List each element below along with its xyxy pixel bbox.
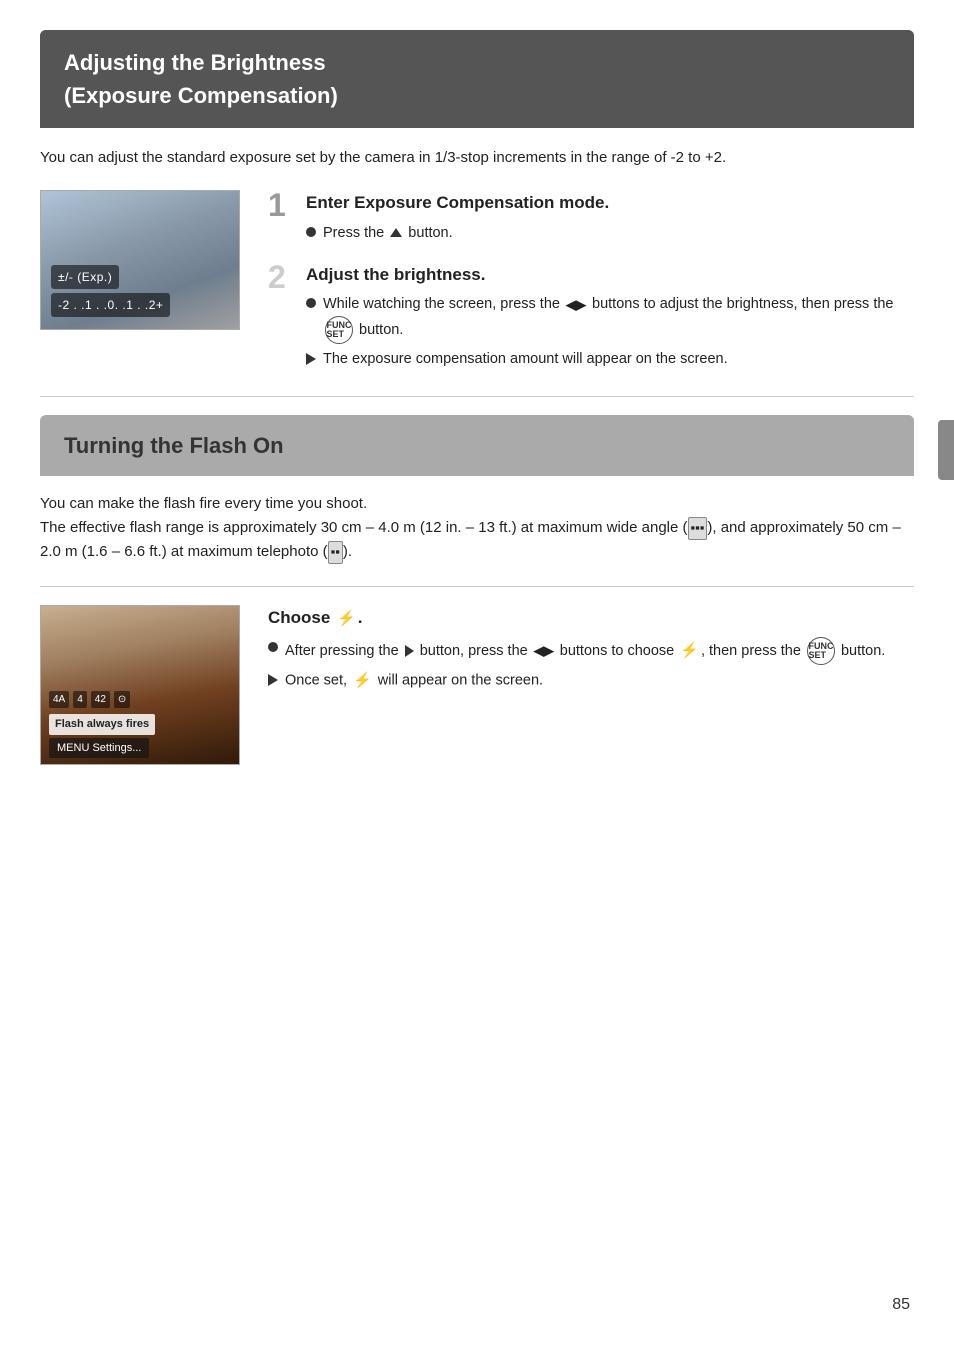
- section1-title: Adjusting the Brightness(Exposure Compen…: [40, 30, 914, 128]
- flash-bullet1-text: After pressing the button, press the ◀▶ …: [285, 637, 885, 665]
- step2-bullets: While watching the screen, press the ◀▶ …: [306, 293, 914, 370]
- section2-camera-image: 4A 4 42 ⊙ Flash always fires MENU Settin…: [40, 605, 240, 765]
- cam-icon-2: 4: [73, 691, 87, 708]
- step1-bullets: Press the button.: [306, 222, 914, 244]
- step1-content: Enter Exposure Compensation mode. Press …: [306, 190, 914, 248]
- bullet-triangle-icon: [306, 353, 316, 365]
- cam-icon-3: 42: [91, 691, 110, 708]
- step2-number: 2: [268, 260, 296, 295]
- lr-arrows-icon2: ◀▶: [534, 641, 554, 661]
- lcd-line1: ±/- (Exp.): [51, 265, 119, 289]
- step2-bullet2: The exposure compensation amount will ap…: [306, 348, 914, 370]
- flash-bullet1: After pressing the button, press the ◀▶ …: [268, 637, 914, 665]
- telephoto-icon: ▪▪: [328, 541, 343, 564]
- section1-steps: ±/- (Exp.) -2 . .1 . .0. .1 . .2+ 1 Ente…: [40, 190, 914, 374]
- page-number: 85: [892, 1293, 910, 1317]
- section2-steps: 4A 4 42 ⊙ Flash always fires MENU Settin…: [40, 605, 914, 765]
- step1-block: 1 Enter Exposure Compensation mode. Pres…: [268, 190, 914, 248]
- flash-icon-inline2: ⚡: [353, 669, 372, 692]
- steps-column: 1 Enter Exposure Compensation mode. Pres…: [268, 190, 914, 374]
- step2-title: Adjust the brightness.: [306, 262, 914, 288]
- step2-bullet1-text: While watching the screen, press the ◀▶ …: [323, 293, 914, 343]
- section2-intro-line2: The effective flash range is approximate…: [40, 519, 901, 560]
- step1-title: Enter Exposure Compensation mode.: [306, 190, 914, 216]
- flash-bullet-circle1: [268, 642, 278, 652]
- wide-angle-icon: ▪▪▪: [688, 517, 708, 540]
- section-divider: [40, 396, 914, 397]
- bullet-circle-icon2: [306, 298, 316, 308]
- section1-intro: You can adjust the standard exposure set…: [40, 146, 914, 170]
- step2-block: 2 Adjust the brightness. While watching …: [268, 262, 914, 374]
- func-set-icon: FUNCSET: [325, 316, 353, 344]
- section1-camera-image: ±/- (Exp.) -2 . .1 . .0. .1 . .2+: [40, 190, 240, 330]
- lcd-line2: -2 . .1 . .0. .1 . .2+: [51, 293, 170, 317]
- section2-intro: You can make the flash fire every time y…: [40, 492, 914, 564]
- step2-content: Adjust the brightness. While watching th…: [306, 262, 914, 374]
- flash-step1-bullets: After pressing the button, press the ◀▶ …: [268, 637, 914, 692]
- cam-icon-4: ⊙: [114, 691, 130, 708]
- lr-arrows-icon: ◀▶: [566, 295, 586, 315]
- flash-bullet2-text: Once set, ⚡ will appear on the screen.: [285, 669, 543, 692]
- flash-icons-row: 4A 4 42 ⊙: [49, 691, 130, 708]
- section2-intro-line1: You can make the flash fire every time y…: [40, 495, 367, 512]
- flash-icon-inline: ⚡: [680, 639, 699, 662]
- flash-step1-title: Choose ⚡.: [268, 605, 914, 631]
- step1-bullet1-text: Press the button.: [323, 222, 453, 244]
- right-arrow-icon: [405, 645, 414, 657]
- section2-title: Turning the Flash On: [40, 415, 914, 476]
- flash-step1-block: Choose ⚡. After pressing the button, pre…: [268, 605, 914, 696]
- flash-divider: [40, 586, 914, 587]
- func-set-icon2: FUNCSET: [807, 637, 835, 665]
- cam-icon-1: 4A: [49, 691, 69, 708]
- flash-steps-col: Choose ⚡. After pressing the button, pre…: [268, 605, 914, 696]
- flash-icon-title: ⚡: [337, 608, 356, 631]
- up-arrow-icon: [390, 228, 402, 237]
- right-tab-accent: [938, 420, 954, 480]
- flash-bullet2: Once set, ⚡ will appear on the screen.: [268, 669, 914, 692]
- step2-bullet1: While watching the screen, press the ◀▶ …: [306, 293, 914, 343]
- bullet-circle-icon: [306, 227, 316, 237]
- menu-settings-label: MENU Settings...: [49, 738, 149, 759]
- step1-number: 1: [268, 188, 296, 223]
- step2-bullet2-text: The exposure compensation amount will ap…: [323, 348, 728, 370]
- step1-bullet1: Press the button.: [306, 222, 914, 244]
- flash-always-fires-label: Flash always fires: [49, 714, 155, 735]
- flash-bullet-triangle: [268, 674, 278, 686]
- flash-step1-content: Choose ⚡. After pressing the button, pre…: [268, 605, 914, 696]
- section1-header-wrap: Adjusting the Brightness(Exposure Compen…: [40, 30, 914, 128]
